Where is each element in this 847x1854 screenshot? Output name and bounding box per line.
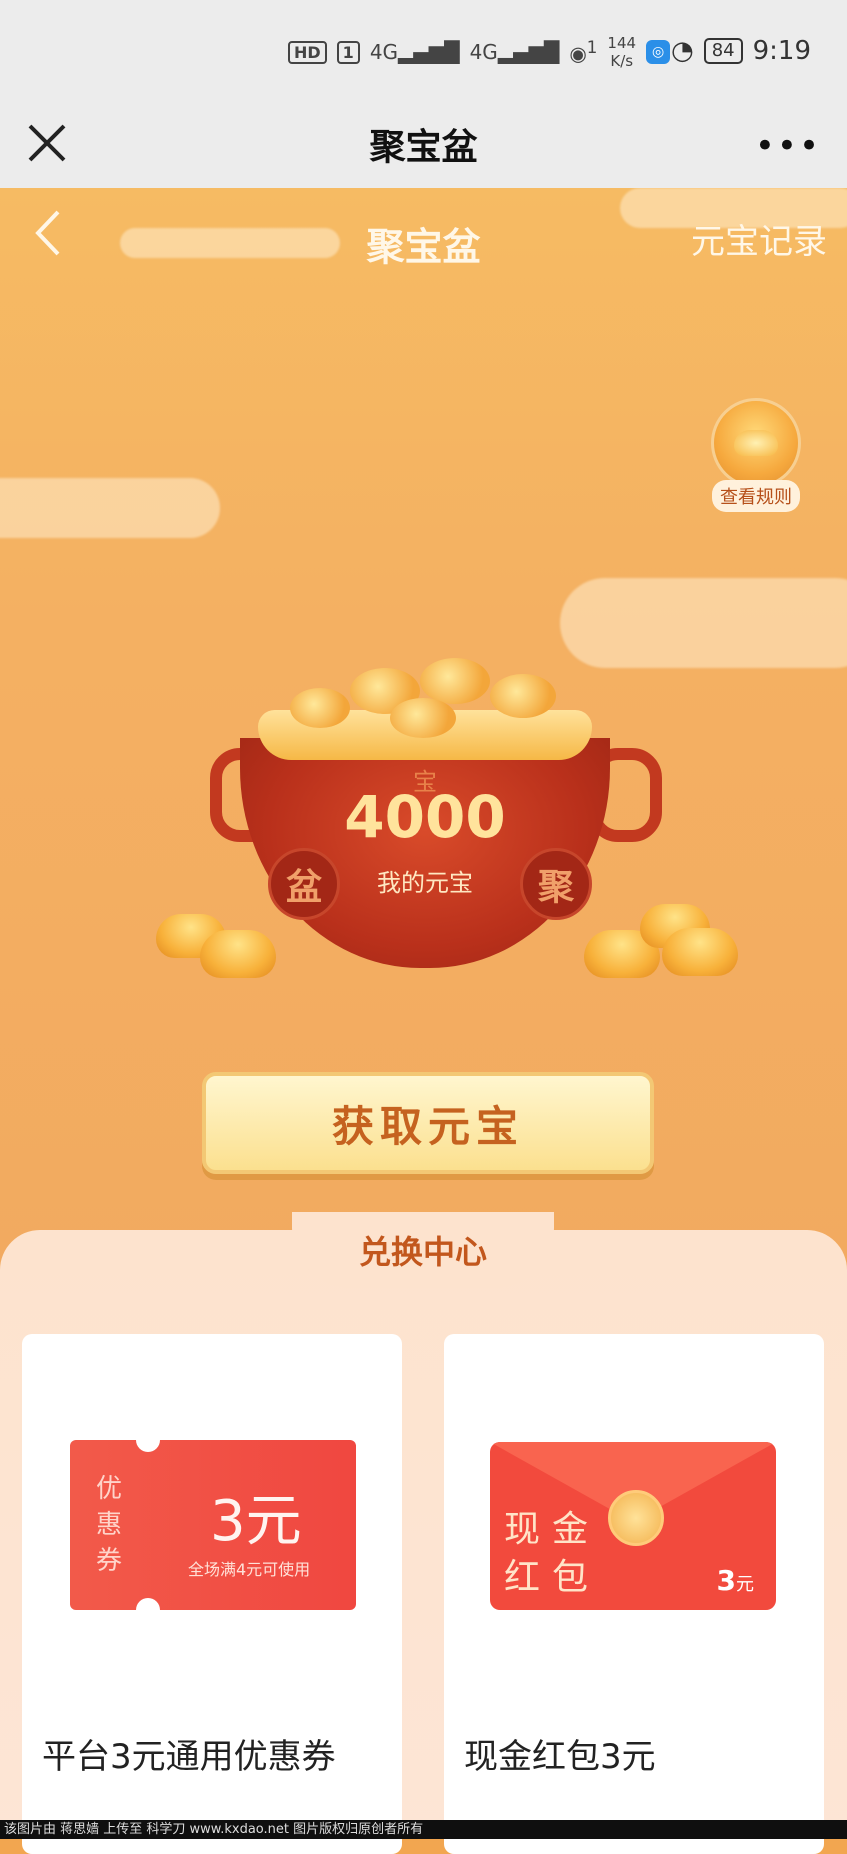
exchange-item-name: 平台3元通用优惠券 — [42, 1737, 336, 1777]
coupon-condition: 全场满4元可使用 — [188, 1560, 311, 1579]
ingot-record-link[interactable]: 元宝记录 — [691, 214, 827, 263]
signal-4g-icon-2: 4G▂▄▆█ — [469, 40, 560, 64]
cloud-decoration — [0, 478, 220, 538]
gold-ingot — [290, 688, 350, 728]
exchange-center: 兑换中心 优 惠 券 3元 全场满4元可使用 平台3元通用优惠券 现金 红包 3元… — [0, 1212, 847, 1854]
red-packet-image: 现金 红包 3元 — [490, 1442, 776, 1610]
ingot-icon — [711, 398, 801, 488]
ingot-balance: 4000 — [344, 783, 506, 851]
view-rules-label: 查看规则 — [712, 480, 800, 512]
coupon-notch — [136, 1598, 160, 1622]
status-bar: HD 1 4G▂▄▆█ 4G▂▄▆█ ◉1 144 K/s ◎ ◔ 84 9:19 — [0, 0, 847, 104]
status-right: ◔ 84 9:19 — [671, 36, 811, 66]
get-ingots-button[interactable]: 获取元宝 — [202, 1072, 654, 1174]
coupon-image: 优 惠 券 3元 全场满4元可使用 — [70, 1428, 356, 1622]
top-navbar: 聚宝盆 ••• — [0, 104, 847, 188]
coupon-side-label: 优 惠 券 — [95, 1474, 122, 1576]
coupon-notch — [136, 1428, 160, 1452]
treasure-pot: 宝 4000 我的元宝 盆 聚 — [240, 658, 610, 968]
hd-badge: HD — [288, 40, 327, 64]
page-title: 聚宝盆 — [369, 127, 478, 168]
gold-ingot — [420, 658, 490, 704]
pot-side-char-left: 盆 — [268, 848, 340, 920]
exchange-item-red-packet[interactable]: 现金 红包 3元 现金红包3元 — [444, 1334, 824, 1854]
gold-ingot — [200, 930, 276, 978]
view-rules-button[interactable]: 查看规则 — [708, 398, 804, 512]
gold-ingot — [662, 928, 738, 976]
cloud-decoration — [560, 578, 847, 668]
app-notification-icon: ◎ — [646, 40, 671, 64]
red-packet-text: 现金 红包 — [504, 1509, 601, 1598]
exchange-item-name: 现金红包3元 — [464, 1737, 656, 1777]
watermark-bar: 该图片由 蒋思嫱 上传至 科学刀 www.kxdao.net 图片版权归原创者所… — [0, 1820, 847, 1839]
coupon-amount: 3元 — [210, 1489, 302, 1554]
clock: 9:19 — [752, 36, 811, 66]
red-packet-amount: 3元 — [716, 1564, 754, 1597]
status-indicators: HD 1 4G▂▄▆█ 4G▂▄▆█ ◉1 144 K/s ◎ — [288, 34, 671, 70]
network-speed: 144 K/s — [607, 34, 637, 70]
hotspot-icon: ◉1 — [569, 38, 598, 66]
exchange-item-coupon[interactable]: 优 惠 券 3元 全场满4元可使用 平台3元通用优惠券 — [22, 1334, 402, 1854]
exchange-center-title: 兑换中心 — [292, 1212, 554, 1288]
speedometer-icon: ◔ — [671, 36, 694, 66]
pot-side-char-right: 聚 — [520, 848, 592, 920]
gold-ingot — [490, 674, 556, 718]
battery-icon: 84 — [703, 38, 743, 64]
sim-badge: 1 — [336, 40, 360, 64]
red-packet-seal-icon — [608, 1490, 664, 1546]
signal-4g-icon: 4G▂▄▆█ — [369, 40, 460, 64]
gold-ingot — [390, 698, 456, 738]
more-options-button[interactable]: ••• — [755, 126, 821, 166]
